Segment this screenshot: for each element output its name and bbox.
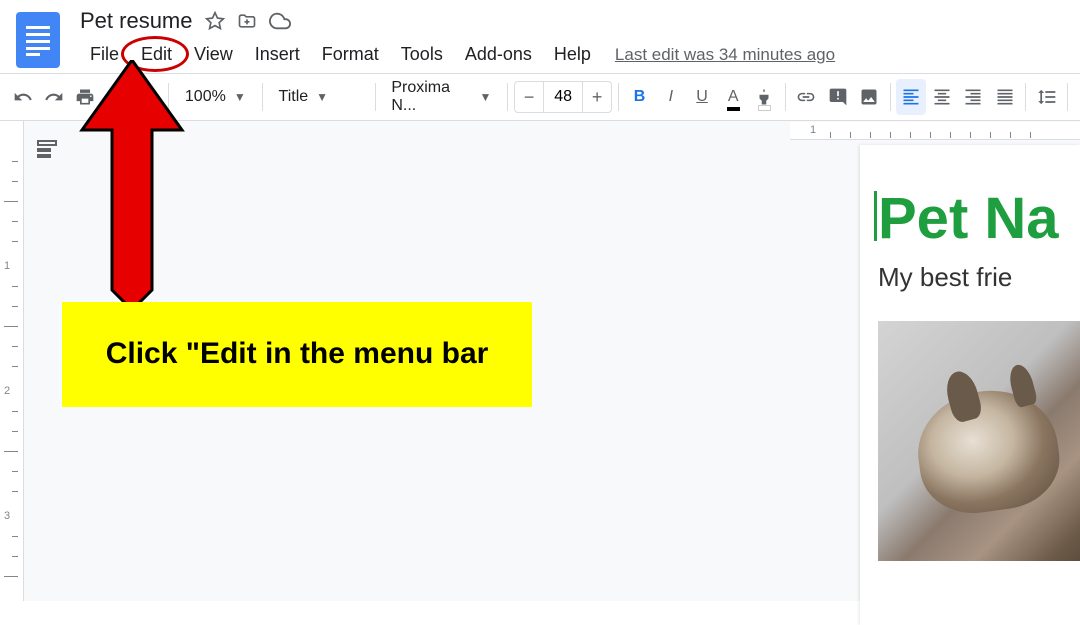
google-docs-icon[interactable] (16, 12, 60, 68)
move-icon[interactable] (237, 11, 257, 31)
undo-button[interactable] (8, 79, 37, 115)
image-button[interactable] (854, 79, 883, 115)
align-justify-button[interactable] (990, 79, 1019, 115)
line-spacing-button[interactable] (1032, 79, 1061, 115)
menu-addons[interactable]: Add-ons (455, 40, 542, 69)
menu-view[interactable]: View (184, 40, 243, 69)
menu-help[interactable]: Help (544, 40, 601, 69)
font-size-control: − 48 + (514, 81, 612, 113)
italic-button[interactable]: I (656, 79, 685, 115)
font-size-value[interactable]: 48 (543, 82, 583, 112)
link-button[interactable] (792, 79, 821, 115)
align-right-button[interactable] (959, 79, 988, 115)
redo-button[interactable] (39, 79, 68, 115)
pet-image (878, 321, 1080, 561)
align-left-button[interactable] (896, 79, 925, 115)
menu-tools[interactable]: Tools (391, 40, 453, 69)
document-title[interactable]: Pet resume (80, 8, 193, 34)
menu-bar: File Edit View Insert Format Tools Add-o… (80, 40, 835, 69)
outline-icon[interactable] (35, 137, 59, 161)
bold-button[interactable]: B (625, 79, 654, 115)
annotation-callout: Click "Edit in the menu bar (62, 302, 532, 407)
style-select[interactable]: Title▼ (269, 79, 369, 115)
horizontal-ruler: 1 (790, 122, 1080, 140)
cloud-icon[interactable] (269, 10, 291, 32)
page-title-text[interactable]: Pet Na (878, 185, 1080, 252)
vertical-ruler: 1 2 3 (0, 121, 24, 601)
font-size-decrease[interactable]: − (515, 82, 543, 112)
underline-button[interactable]: U (687, 79, 716, 115)
menu-format[interactable]: Format (312, 40, 389, 69)
menu-insert[interactable]: Insert (245, 40, 310, 69)
last-edit-link[interactable]: Last edit was 34 minutes ago (615, 41, 835, 69)
annotation-arrow (72, 60, 192, 310)
align-center-button[interactable] (928, 79, 957, 115)
document-page[interactable]: Pet Na My best frie (860, 145, 1080, 625)
font-select[interactable]: Proxima N...▼ (381, 79, 501, 115)
comment-button[interactable] (823, 79, 852, 115)
highlight-button[interactable] (750, 79, 779, 115)
font-size-increase[interactable]: + (583, 82, 611, 112)
text-color-button[interactable]: A (719, 79, 748, 115)
page-subtitle-text[interactable]: My best frie (878, 262, 1080, 293)
star-icon[interactable] (205, 11, 225, 31)
